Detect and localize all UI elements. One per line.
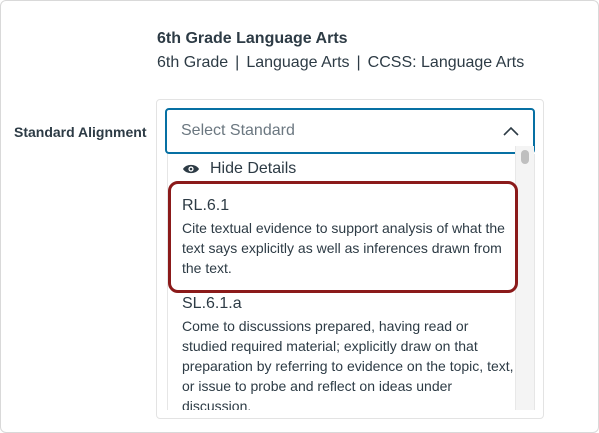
course-grade: 6th Grade bbox=[157, 54, 229, 71]
course-subject: Language Arts bbox=[246, 54, 350, 71]
chevron-up-icon[interactable] bbox=[503, 126, 519, 136]
option-code: RL.6.1 bbox=[182, 197, 230, 214]
standard-dropdown-list: Hide Details RL.6.1 Cite textual evidenc… bbox=[167, 154, 535, 410]
option-description: Cite textual evidence to support analysi… bbox=[182, 220, 505, 276]
hide-details-label: Hide Details bbox=[210, 160, 297, 177]
standard-select-input[interactable]: Select Standard bbox=[165, 108, 535, 154]
scrollbar-thumb[interactable] bbox=[521, 150, 529, 164]
standard-alignment-label: Standard Alignment bbox=[14, 124, 147, 140]
option-sl-6-1-a[interactable]: SL.6.1.a Come to discussions prepared, h… bbox=[182, 294, 516, 410]
course-standard-set: CCSS: Language Arts bbox=[367, 54, 525, 71]
course-title: 6th Grade Language Arts bbox=[157, 30, 348, 47]
course-meta: 6th Grade | Language Arts | CCSS: Language A… bbox=[157, 54, 524, 72]
meta-separator: | bbox=[356, 54, 361, 71]
option-rl-6-1[interactable]: RL.6.1 Cite textual evidence to support … bbox=[182, 196, 516, 278]
eye-icon bbox=[183, 164, 199, 174]
hide-details-toggle[interactable]: Hide Details bbox=[182, 160, 296, 178]
select-placeholder: Select Standard bbox=[181, 122, 295, 139]
option-code: SL.6.1.a bbox=[182, 295, 242, 312]
dropdown-scrollbar[interactable] bbox=[515, 146, 534, 410]
meta-separator: | bbox=[235, 54, 240, 71]
option-description: Come to discussions prepared, having rea… bbox=[182, 318, 514, 410]
